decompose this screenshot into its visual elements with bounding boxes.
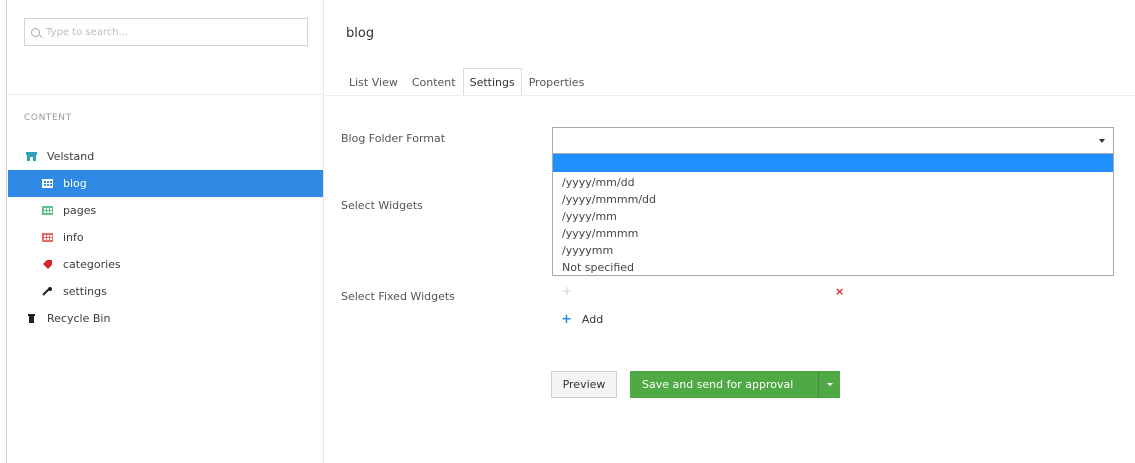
tree-item-label: Velstand xyxy=(47,150,95,163)
blog-folder-format-select[interactable] xyxy=(552,127,1114,154)
dropdown-option[interactable]: /yyyy/mmmm/dd xyxy=(553,191,1113,208)
tree-item-settings[interactable]: settings xyxy=(8,278,323,305)
save-and-send-button[interactable]: Save and send for approval xyxy=(630,371,818,398)
preview-button[interactable]: Preview xyxy=(551,371,617,398)
wrench-icon xyxy=(42,287,52,296)
tree-item-categories[interactable]: categories xyxy=(8,251,323,278)
tab-settings[interactable]: Settings xyxy=(462,68,522,96)
tab-content[interactable]: Content xyxy=(405,68,463,96)
select-widgets-label: Select Widgets xyxy=(341,199,423,212)
search-icon xyxy=(31,27,40,37)
tab-list-view[interactable]: List View xyxy=(342,68,405,96)
tab-divider xyxy=(325,95,1135,96)
dropdown-option[interactable]: /yyyy/mmmm xyxy=(553,225,1113,242)
search-box[interactable] xyxy=(24,18,308,46)
add-label: Add xyxy=(581,313,604,326)
tree-section-title: CONTENT xyxy=(24,113,72,123)
tag-icon xyxy=(43,260,52,269)
tree-item-velstand[interactable]: Velstand xyxy=(8,143,323,170)
left-edge-strip xyxy=(0,0,7,463)
node-name-title[interactable]: blog xyxy=(346,26,374,41)
folder-format-dropdown: /yyyy/mm/dd /yyyy/mmmm/dd /yyyy/mm /yyyy… xyxy=(552,154,1114,276)
tree-item-label: info xyxy=(63,231,84,244)
dropdown-option[interactable]: /yyyy/mm xyxy=(553,208,1113,225)
dropdown-option[interactable]: Not specified xyxy=(553,259,1113,276)
editor-tabs: List View Content Settings Properties xyxy=(342,68,591,96)
select-fixed-widgets-label: Select Fixed Widgets xyxy=(341,290,455,303)
folder-grid-icon xyxy=(42,206,53,215)
plus-icon: + xyxy=(561,312,572,327)
tree-item-info[interactable]: info xyxy=(8,224,323,251)
tree-item-blog[interactable]: blog xyxy=(8,170,323,197)
tree-item-pages[interactable]: pages xyxy=(8,197,323,224)
folder-grid-icon xyxy=(42,233,53,242)
tree-item-label: settings xyxy=(63,285,107,298)
tab-properties[interactable]: Properties xyxy=(522,68,592,96)
save-options-caret-button[interactable] xyxy=(818,371,840,398)
blog-folder-format-label: Blog Folder Format xyxy=(341,132,446,145)
search-area xyxy=(8,0,323,95)
search-input[interactable] xyxy=(46,26,286,38)
editor-panel: blog List View Content Settings Properti… xyxy=(325,0,1135,463)
tree-item-label: categories xyxy=(63,258,121,271)
placeholder-plus-icon: + xyxy=(562,284,573,298)
folder-grid-icon xyxy=(42,179,53,188)
remove-icon[interactable]: × xyxy=(835,285,844,298)
dropdown-option[interactable]: /yyyymm xyxy=(553,242,1113,259)
trash-icon xyxy=(28,314,35,323)
dropdown-option[interactable]: /yyyy/mm/dd xyxy=(553,174,1113,191)
dropdown-option-empty[interactable] xyxy=(553,154,1113,172)
site-icon xyxy=(26,152,37,161)
tree-item-label: pages xyxy=(63,204,97,217)
content-tree-panel: CONTENT Velstand blog pages info categor… xyxy=(8,0,324,463)
tree-item-recycle-bin[interactable]: Recycle Bin xyxy=(8,305,323,332)
add-widget-button[interactable]: + Add xyxy=(561,312,603,327)
chevron-down-icon xyxy=(1099,139,1105,143)
tree-item-label: blog xyxy=(63,177,87,190)
tree-item-label: Recycle Bin xyxy=(47,312,111,325)
